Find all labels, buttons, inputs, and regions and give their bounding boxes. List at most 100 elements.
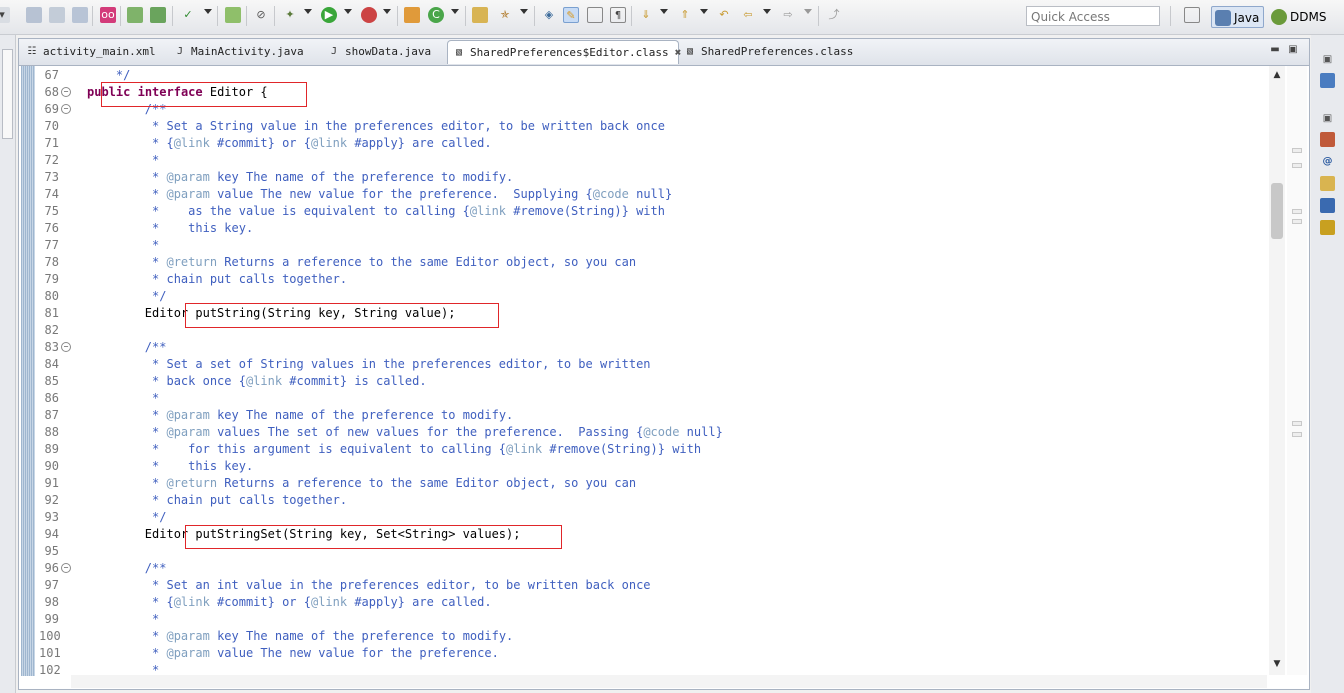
code-area[interactable]: 67 */68− public interface Editor {69− /**… (39, 67, 1267, 675)
code-line[interactable]: 88 * @param values The set of new values… (39, 424, 1267, 441)
code-line[interactable]: 92 * chain put calls together. (39, 492, 1267, 509)
avd-manager-icon[interactable] (150, 7, 166, 23)
mark-occurrences-icon[interactable]: ✎ (563, 7, 579, 23)
fold-collapse-icon[interactable]: − (61, 342, 71, 352)
tab-sharedpreferences-class[interactable]: ▧ SharedPreferences.class (679, 40, 865, 64)
code-line[interactable]: 96− /** (39, 560, 1267, 577)
open-type-icon[interactable] (472, 7, 488, 23)
lint-dropdown-icon[interactable] (204, 9, 212, 14)
tab-activity-main-xml[interactable]: ☷ activity_main.xml (21, 40, 167, 64)
perspective-java[interactable]: Java (1211, 6, 1265, 28)
console-icon[interactable] (1320, 198, 1335, 213)
code-line[interactable]: 72 * (39, 152, 1267, 169)
debug-icon[interactable]: ✦ (282, 7, 298, 23)
overview-marker[interactable] (1292, 219, 1302, 224)
vertical-scrollbar[interactable]: ▲ ▼ (1269, 66, 1285, 675)
code-line[interactable]: 70 * Set a String value in the preferenc… (39, 118, 1267, 135)
overflow-icon[interactable]: ▾ (0, 7, 10, 23)
overview-marker[interactable] (1292, 432, 1302, 437)
code-line[interactable]: 75 * as the value is equivalent to calli… (39, 203, 1267, 220)
save-icon[interactable] (26, 7, 42, 23)
minimize-editor-icon[interactable]: ▬ (1269, 45, 1281, 55)
code-line[interactable]: 89 * for this argument is equivalent to … (39, 441, 1267, 458)
debug-dropdown-icon[interactable] (304, 9, 312, 14)
code-line[interactable]: 82 (39, 322, 1267, 339)
android-sdk-icon[interactable]: oo (100, 7, 116, 23)
code-line[interactable]: 67 */ (39, 67, 1267, 84)
code-line[interactable]: 81 Editor putString(String key, String v… (39, 305, 1267, 322)
code-line[interactable]: 95 (39, 543, 1267, 560)
code-line[interactable]: 78 * @return Returns a reference to the … (39, 254, 1267, 271)
back-dropdown-icon[interactable] (763, 9, 771, 14)
code-line[interactable]: 93 */ (39, 509, 1267, 526)
code-line[interactable]: 76 * this key. (39, 220, 1267, 237)
code-line[interactable]: 91 * @return Returns a reference to the … (39, 475, 1267, 492)
code-line[interactable]: 87 * @param key The name of the preferen… (39, 407, 1267, 424)
left-panel-handle[interactable] (2, 49, 13, 139)
tab-mainactivity-java[interactable]: J MainActivity.java (169, 40, 321, 64)
forward-dropdown-icon[interactable] (804, 9, 812, 14)
tab-showdata-java[interactable]: J showData.java (323, 40, 447, 64)
code-line[interactable]: 101 * @param value The new value for the… (39, 645, 1267, 662)
block-selection-icon[interactable] (587, 7, 603, 23)
code-line[interactable]: 99 * (39, 611, 1267, 628)
code-line[interactable]: 98 * {@link #commit} or {@link #apply} a… (39, 594, 1267, 611)
code-line[interactable]: 90 * this key. (39, 458, 1267, 475)
outline-icon[interactable] (1320, 73, 1335, 88)
code-line[interactable]: 84 * Set a set of String values in the p… (39, 356, 1267, 373)
code-line[interactable]: 102 * (39, 662, 1267, 675)
perspective-ddms[interactable]: DDMS (1268, 6, 1330, 28)
code-line[interactable]: 73 * @param key The name of the preferen… (39, 169, 1267, 186)
overview-marker[interactable] (1292, 148, 1302, 153)
new-java-package-icon[interactable] (404, 7, 420, 23)
fold-collapse-icon[interactable]: − (61, 104, 71, 114)
problems-icon[interactable] (1320, 132, 1335, 147)
code-line[interactable]: 80 */ (39, 288, 1267, 305)
new-java-class-icon[interactable]: C (428, 7, 444, 23)
code-line[interactable]: 83− /** (39, 339, 1267, 356)
code-line[interactable]: 100 * @param key The name of the prefere… (39, 628, 1267, 645)
code-line[interactable]: 69− /** (39, 101, 1267, 118)
save-all-icon[interactable] (49, 7, 65, 23)
pin-editor-icon[interactable]: ⤴ (826, 7, 842, 23)
search-dropdown-icon[interactable] (520, 9, 528, 14)
code-line[interactable]: 68− public interface Editor { (39, 84, 1267, 101)
previous-annotation-dropdown-icon[interactable] (700, 9, 708, 14)
scroll-up-icon[interactable]: ▲ (1272, 70, 1282, 80)
javadoc-icon[interactable]: @ (1320, 154, 1335, 169)
scroll-down-icon[interactable]: ▼ (1272, 659, 1282, 669)
external-tools-icon[interactable] (361, 7, 377, 23)
restore-icon[interactable]: ▣ (1320, 52, 1335, 67)
fold-collapse-icon[interactable]: − (61, 563, 71, 573)
code-line[interactable]: 85 * back once {@link #commit} is called… (39, 373, 1267, 390)
code-line[interactable]: 79 * chain put calls together. (39, 271, 1267, 288)
code-line[interactable]: 94 Editor putStringSet(String key, Set<S… (39, 526, 1267, 543)
toggle-annotation-icon[interactable]: ◈ (541, 7, 557, 23)
skip-breakpoints-icon[interactable]: ⊘ (253, 7, 269, 23)
overview-marker[interactable] (1292, 163, 1302, 168)
code-line[interactable]: 71 * {@link #commit} or {@link #apply} a… (39, 135, 1267, 152)
external-tools-dropdown-icon[interactable] (383, 9, 391, 14)
code-line[interactable]: 77 * (39, 237, 1267, 254)
previous-annotation-icon[interactable]: ⇑ (677, 7, 693, 23)
overview-marker[interactable] (1292, 209, 1302, 214)
new-class-dropdown-icon[interactable] (451, 9, 459, 14)
open-perspective-icon[interactable] (1184, 7, 1200, 23)
last-edit-location-icon[interactable]: ↶ (716, 7, 732, 23)
forward-icon[interactable]: ⇨ (780, 7, 796, 23)
overview-marker[interactable] (1292, 421, 1302, 426)
back-icon[interactable]: ⇦ (740, 7, 756, 23)
new-android-project-icon[interactable] (225, 7, 241, 23)
lint-check-icon[interactable]: ✓ (180, 7, 196, 23)
horizontal-scrollbar[interactable] (71, 675, 1267, 688)
next-annotation-dropdown-icon[interactable] (660, 9, 668, 14)
next-annotation-icon[interactable]: ⇓ (638, 7, 654, 23)
show-whitespace-icon[interactable]: ¶ (610, 7, 626, 23)
scrollbar-thumb[interactable] (1271, 183, 1283, 239)
code-line[interactable]: 86 * (39, 390, 1267, 407)
run-dropdown-icon[interactable] (344, 9, 352, 14)
run-icon[interactable]: ▶ (321, 7, 337, 23)
restore-icon[interactable]: ▣ (1320, 111, 1335, 126)
tab-sharedpreferences-editor-class[interactable]: ▧ SharedPreferences$Editor.class ✖ (447, 40, 681, 64)
quick-access-input[interactable]: Quick Access (1026, 6, 1160, 26)
